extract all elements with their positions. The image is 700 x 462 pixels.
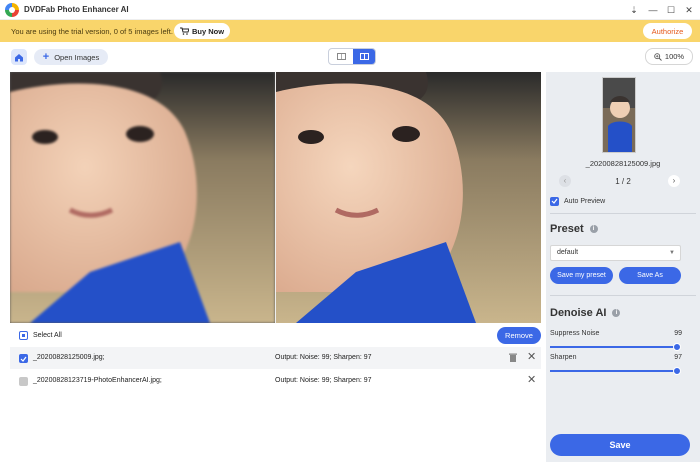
pin-icon[interactable]: ⇣ <box>626 3 642 17</box>
info-icon[interactable]: i <box>589 225 598 233</box>
preview-area[interactable] <box>10 72 541 323</box>
save-as-button[interactable]: Save As <box>619 267 681 284</box>
auto-preview-checkbox[interactable] <box>550 196 559 206</box>
slider-handle[interactable] <box>673 367 681 375</box>
minimize-button[interactable]: — <box>645 3 661 17</box>
home-icon <box>15 53 23 61</box>
file-output: Output: Noise: 99; Sharpen: 97 <box>275 354 372 361</box>
slider-handle[interactable] <box>673 343 681 351</box>
settings-sidebar: _20200828125009.jpg ‹ 1 / 2 › Auto Previ… <box>546 72 700 462</box>
thumbnail-filename: _20200828125009.jpg <box>585 159 661 168</box>
buy-now-button[interactable]: Buy Now <box>174 23 230 39</box>
suppress-noise-label: Suppress Noise <box>550 330 600 337</box>
view-mode-toggle <box>328 48 376 65</box>
list-header: Select All Remove <box>10 325 541 345</box>
image-pager: ‹ 1 / 2 › <box>546 175 700 189</box>
preset-section-title: Preset i <box>550 223 598 235</box>
suppress-noise-value: 99 <box>674 330 682 337</box>
auto-preview-toggle[interactable]: Auto Preview <box>550 196 605 206</box>
row-checkbox[interactable] <box>19 354 28 363</box>
plus-icon: + <box>42 51 50 63</box>
file-name: _20200828123719-PhotoEnhancerAI.jpg; <box>33 377 162 384</box>
suppress-noise-slider[interactable] <box>550 343 681 351</box>
slider-fill <box>550 370 677 372</box>
checkmark-icon <box>20 356 27 362</box>
auto-preview-label: Auto Preview <box>564 197 606 205</box>
list-item[interactable]: _20200828125009.jpg; Output: Noise: 99; … <box>10 347 541 369</box>
slider-fill <box>550 346 680 348</box>
single-view-button[interactable] <box>329 49 353 64</box>
divider <box>550 213 696 214</box>
original-photo <box>10 72 275 323</box>
home-button[interactable] <box>11 49 27 65</box>
enhanced-photo <box>276 72 541 323</box>
split-view-icon <box>360 53 369 60</box>
zoom-level: 100% <box>664 52 685 61</box>
denoise-section-title: Denoise AI i <box>550 307 621 319</box>
denoise-title: Denoise AI <box>550 307 607 319</box>
checkmark-icon <box>551 198 558 204</box>
preset-selected-value: default <box>557 249 579 256</box>
select-all-label: Select All <box>33 332 62 339</box>
preset-dropdown[interactable]: default ▼ <box>550 245 681 261</box>
open-images-button[interactable]: + Open Images <box>34 49 108 65</box>
sharpen-value: 97 <box>674 354 682 361</box>
zoom-in-icon <box>654 52 662 61</box>
remove-row-icon[interactable]: ✕ <box>527 351 536 363</box>
close-button[interactable]: ✕ <box>681 3 697 17</box>
open-images-label: Open Images <box>54 52 100 62</box>
authorize-button[interactable]: Authorize <box>643 23 692 39</box>
sharpen-label: Sharpen <box>550 354 577 361</box>
list-item[interactable]: _20200828123719-PhotoEnhancerAI.jpg; Out… <box>10 370 541 392</box>
trial-banner: You are using the trial version, 0 of 5 … <box>0 20 700 42</box>
next-image-button[interactable]: › <box>668 175 680 187</box>
dvdfab-logo-icon <box>5 3 19 17</box>
info-icon[interactable]: i <box>612 309 621 317</box>
remove-row-icon[interactable]: ✕ <box>527 374 536 386</box>
single-view-icon <box>336 53 346 60</box>
split-view-button[interactable] <box>353 49 375 64</box>
preset-title: Preset <box>550 223 584 235</box>
thumbnail-image[interactable] <box>602 77 636 153</box>
sharpen-slider[interactable] <box>550 367 681 375</box>
file-output: Output: Noise: 99; Sharpen: 97 <box>275 377 372 384</box>
trial-text: You are using the trial version, 0 of 5 … <box>11 27 173 36</box>
app-window: DVDFab Photo Enhancer AI ⇣ — ☐ ✕ You are… <box>0 0 700 462</box>
select-all-checkbox[interactable] <box>19 331 28 340</box>
maximize-button[interactable]: ☐ <box>663 3 679 17</box>
chevron-down-icon: ▼ <box>669 250 675 256</box>
divider <box>550 295 696 296</box>
remove-button[interactable]: Remove <box>497 327 541 344</box>
row-checkbox[interactable] <box>19 377 28 386</box>
file-name: _20200828125009.jpg; <box>33 354 105 361</box>
save-button[interactable]: Save <box>550 434 690 456</box>
buy-now-label: Buy Now <box>191 26 225 36</box>
zoom-button[interactable]: 100% <box>645 48 693 65</box>
cart-icon <box>179 27 189 35</box>
save-my-preset-button[interactable]: Save my preset <box>550 267 613 284</box>
app-title: DVDFab Photo Enhancer AI <box>24 5 129 14</box>
trash-icon[interactable] <box>509 353 517 362</box>
title-bar: DVDFab Photo Enhancer AI ⇣ — ☐ ✕ <box>0 0 700 20</box>
